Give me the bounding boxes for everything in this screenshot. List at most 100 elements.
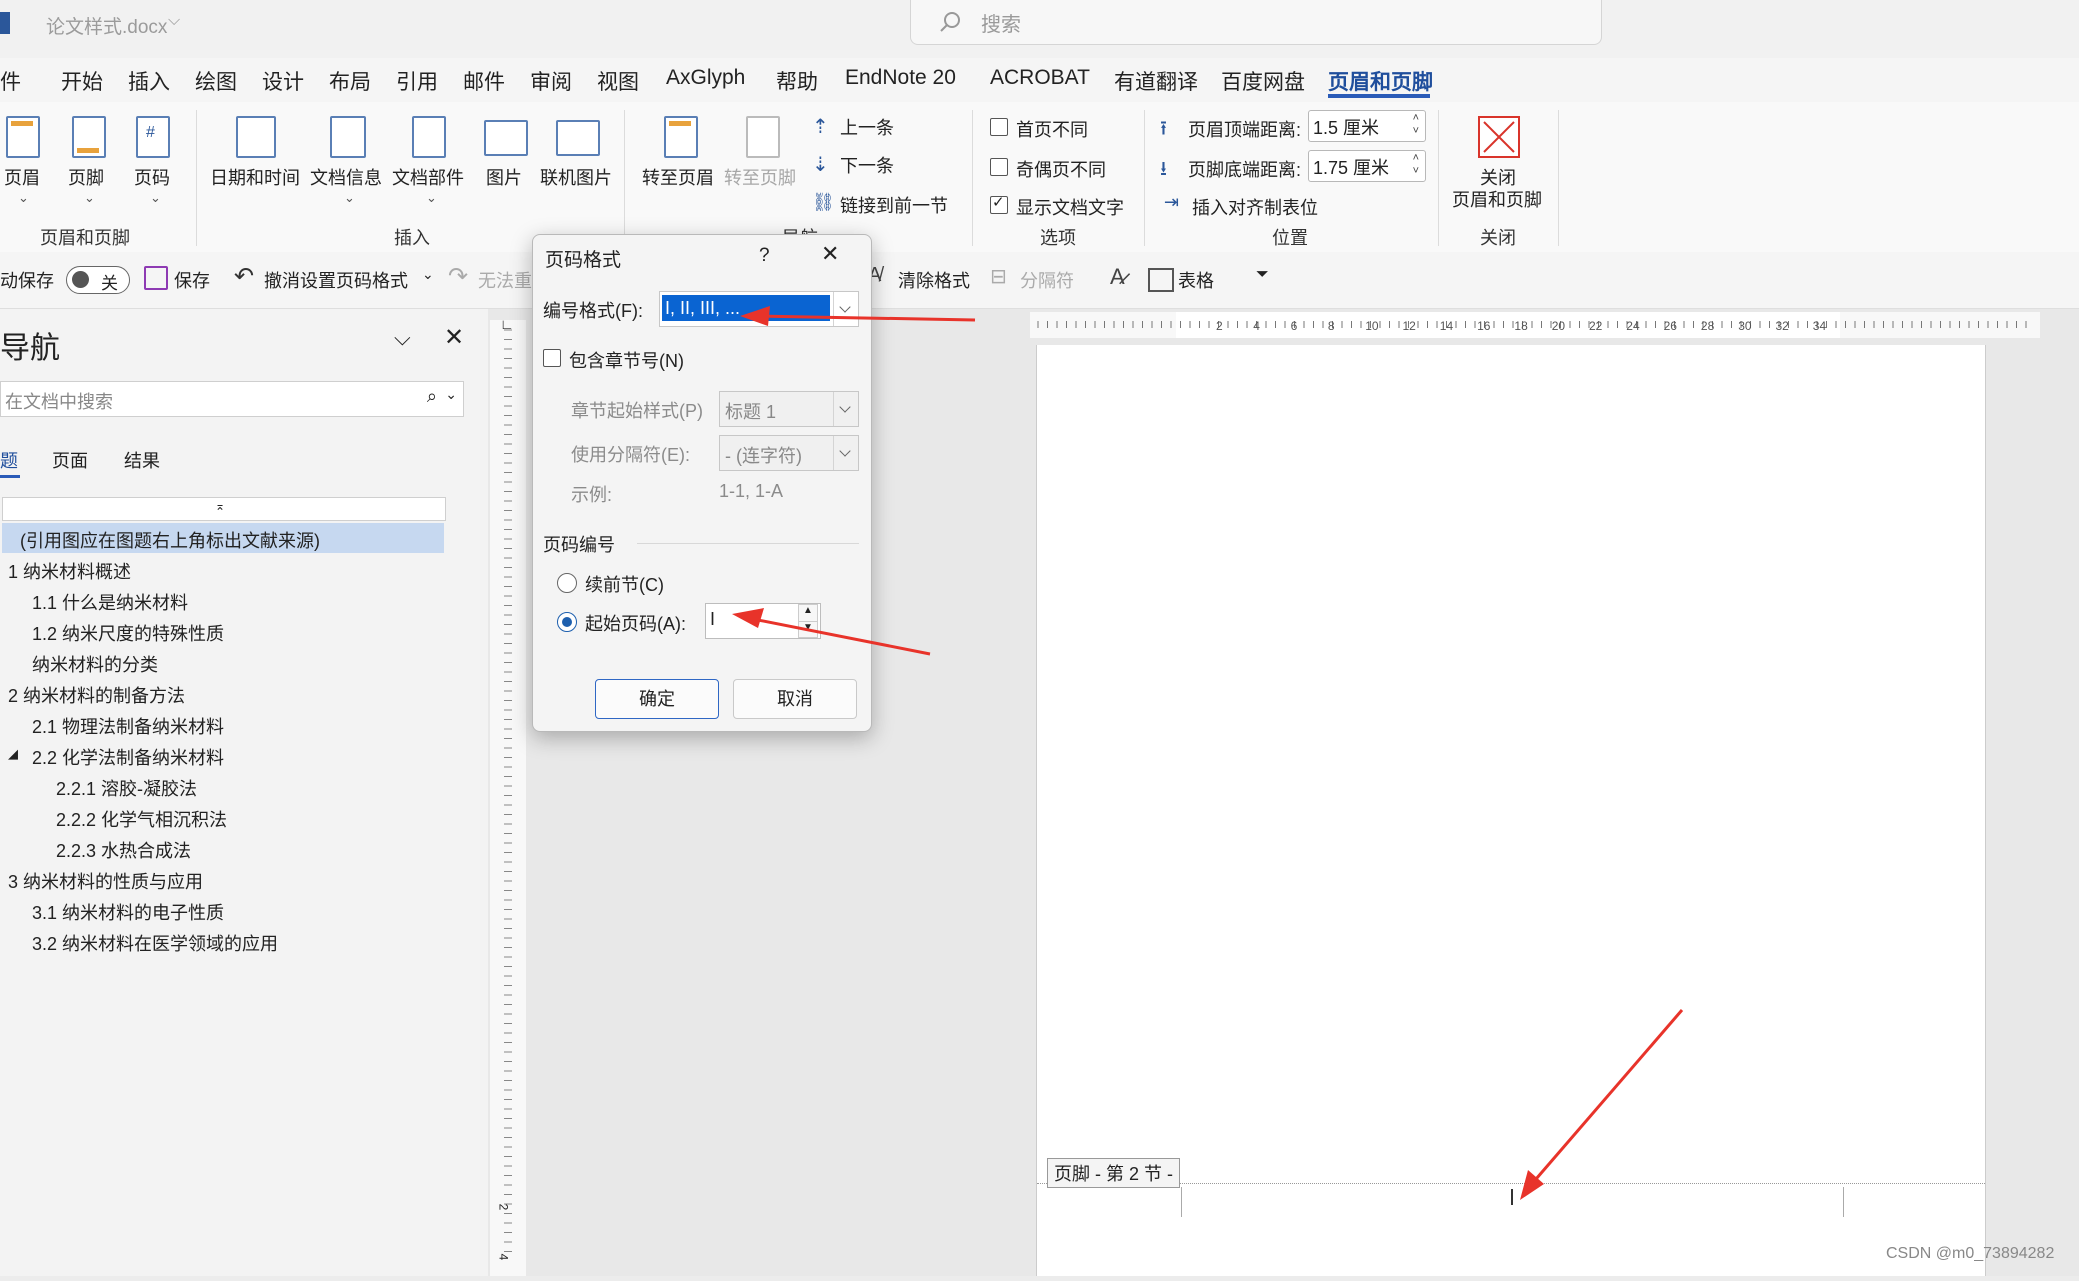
nav-tab-pages[interactable]: 页面 xyxy=(52,447,88,473)
save-button[interactable]: 保存 xyxy=(174,267,210,293)
goto-footer-button[interactable]: 转至页脚 xyxy=(724,164,796,190)
menu-help[interactable]: 帮助 xyxy=(776,66,818,96)
spin-down-icon[interactable]: ˅ xyxy=(1413,165,1419,177)
goto-header-button[interactable]: 转至页眉 xyxy=(642,164,714,190)
nav-heading-item[interactable]: 2.1 物理法制备纳米材料 xyxy=(32,713,224,739)
nav-heading-item[interactable]: 2.2.3 水热合成法 xyxy=(56,837,191,863)
document-page[interactable]: 页脚 - 第 2 节 - xyxy=(1036,345,1986,1276)
chevron-down-icon[interactable]: ⌄ xyxy=(445,386,457,403)
menu-file[interactable]: 件 xyxy=(0,66,21,96)
search-icon[interactable]: ⌕ xyxy=(427,386,437,407)
chevron-down-icon[interactable]: ⌄ xyxy=(84,190,95,206)
menu-header-footer[interactable]: 页眉和页脚 xyxy=(1328,66,1433,96)
start-at-value[interactable]: I xyxy=(710,609,715,630)
spin-up-icon[interactable]: ▲ xyxy=(798,604,818,622)
nav-search-input[interactable]: 在文档中搜索 ⌕ ⌄ xyxy=(0,381,464,417)
search-box[interactable]: 搜索 xyxy=(910,0,1602,45)
nav-heading-item[interactable]: (引用图应在图题右上角标出文献来源) xyxy=(20,527,320,553)
online-picture-button[interactable]: 联机图片 xyxy=(540,164,612,190)
footer-bottom-spinner[interactable]: 1.75 厘米 ˄ ˅ xyxy=(1308,150,1426,182)
help-button[interactable]: ? xyxy=(759,245,770,267)
start-at-input[interactable]: I ▲ ▼ xyxy=(705,603,821,639)
collapse-triangle-icon[interactable]: ◢ xyxy=(8,746,18,762)
undo-icon[interactable]: ↶ xyxy=(234,262,254,291)
header-top-value[interactable]: 1.5 厘米 xyxy=(1313,114,1379,140)
nav-heading-item[interactable]: 1.1 什么是纳米材料 xyxy=(32,589,188,615)
table-icon[interactable] xyxy=(1148,268,1174,292)
menu-draw[interactable]: 绘图 xyxy=(195,66,237,96)
chevron-down-icon[interactable]: ⌵ xyxy=(394,325,411,351)
menu-review[interactable]: 审阅 xyxy=(530,66,572,96)
clear-format-button[interactable]: 清除格式 xyxy=(898,267,970,293)
redo-icon[interactable]: ↷ xyxy=(448,262,468,291)
save-icon[interactable] xyxy=(144,266,168,290)
insert-align-tab-button[interactable]: 插入对齐制表位 xyxy=(1192,194,1318,220)
chapter-style-select[interactable]: 标题 1 xyxy=(719,391,859,427)
menu-acrobat[interactable]: ACROBAT xyxy=(990,66,1090,90)
nav-tab-results[interactable]: 结果 xyxy=(124,447,160,473)
menu-youdao[interactable]: 有道翻译 xyxy=(1114,66,1198,96)
autosave-toggle[interactable]: 关 xyxy=(66,266,130,294)
table-button[interactable]: 表格 xyxy=(1178,267,1214,293)
menu-baidu[interactable]: 百度网盘 xyxy=(1221,66,1305,96)
ok-button[interactable]: 确定 xyxy=(595,679,719,719)
previous-button[interactable]: 上一条 xyxy=(840,114,894,140)
spin-up-icon[interactable]: ˄ xyxy=(1413,152,1419,164)
menu-view[interactable]: 视图 xyxy=(597,66,639,96)
menu-endnote[interactable]: EndNote 20 xyxy=(845,66,956,90)
header-top-spinner[interactable]: 1.5 厘米 ˄ ˅ xyxy=(1308,110,1426,142)
chevron-down-icon[interactable]: ⌄ xyxy=(426,190,437,206)
menu-axglyph[interactable]: AxGlyph xyxy=(666,66,745,90)
start-at-radio[interactable] xyxy=(557,612,577,632)
link-previous-button[interactable]: 链接到前一节 xyxy=(840,192,948,218)
tab-selector-icon[interactable]: ∟ xyxy=(500,316,514,332)
spin-up-icon[interactable]: ˄ xyxy=(1413,112,1419,124)
document-filename[interactable]: 论文样式.docx xyxy=(46,12,167,39)
page-number-button[interactable]: 页码 xyxy=(134,164,170,190)
nav-heading-item[interactable]: 3 纳米材料的性质与应用 xyxy=(8,868,203,894)
cancel-button[interactable]: 取消 xyxy=(733,679,857,719)
doc-parts-button[interactable]: 文档部件 xyxy=(392,164,464,190)
separator-button[interactable]: 分隔符 xyxy=(1020,267,1074,293)
word-app-icon[interactable] xyxy=(0,12,10,34)
menu-layout[interactable]: 布局 xyxy=(329,66,371,96)
nav-heading-item[interactable]: 纳米材料的分类 xyxy=(32,651,158,677)
menu-mailings[interactable]: 邮件 xyxy=(463,66,505,96)
number-format-select[interactable]: I, II, III, ... xyxy=(659,291,859,327)
date-time-button[interactable]: 日期和时间 xyxy=(210,164,300,190)
diff-odd-even-checkbox[interactable] xyxy=(990,158,1008,176)
nav-scroll-up[interactable]: ⌅ xyxy=(2,497,446,521)
chevron-down-icon[interactable]: ⌄ xyxy=(18,190,29,206)
nav-heading-item[interactable]: 2 纳米材料的制备方法 xyxy=(8,682,185,708)
diff-first-checkbox[interactable] xyxy=(990,118,1008,136)
footer-bottom-value[interactable]: 1.75 厘米 xyxy=(1313,154,1389,180)
nav-heading-item[interactable]: 2.2.1 溶胶-凝胶法 xyxy=(56,775,197,801)
chevron-down-icon[interactable]: ⌄ xyxy=(422,266,434,283)
menu-references[interactable]: 引用 xyxy=(396,66,438,96)
chevron-down-icon[interactable]: ⌄ xyxy=(150,190,161,206)
chevron-down-icon[interactable]: ⌵ xyxy=(168,12,180,30)
close-icon[interactable]: ✕ xyxy=(821,241,839,267)
header-button[interactable]: 页眉 xyxy=(4,164,40,190)
chevron-down-icon[interactable] xyxy=(833,392,858,426)
nav-tab-headings[interactable]: 题 xyxy=(0,447,18,473)
show-doc-text-checkbox[interactable]: ✓ xyxy=(990,194,1008,214)
nav-heading-item[interactable]: 1 纳米材料概述 xyxy=(8,558,131,584)
menu-home[interactable]: 开始 xyxy=(61,66,103,96)
chevron-down-icon[interactable] xyxy=(833,436,858,470)
nav-heading-item[interactable]: 2.2 化学法制备纳米材料 xyxy=(32,744,224,770)
undo-button[interactable]: 撤消设置页码格式 xyxy=(264,267,408,293)
close-icon[interactable]: ✕ xyxy=(444,323,464,352)
chevron-down-icon[interactable] xyxy=(833,292,858,326)
continue-radio[interactable] xyxy=(557,573,577,593)
doc-info-button[interactable]: 文档信息 xyxy=(310,164,382,190)
menu-design[interactable]: 设计 xyxy=(262,66,304,96)
spelling-icon[interactable]: A̷ xyxy=(1110,264,1125,290)
footer-button[interactable]: 页脚 xyxy=(68,164,104,190)
nav-heading-item[interactable]: 3.1 纳米材料的电子性质 xyxy=(32,899,224,925)
nav-heading-item[interactable]: 1.2 纳米尺度的特殊性质 xyxy=(32,620,224,646)
spin-down-icon[interactable]: ▼ xyxy=(798,621,818,638)
chevron-down-icon[interactable]: ⌄ xyxy=(344,190,355,206)
close-line2[interactable]: 页眉和页脚 xyxy=(1452,186,1542,212)
next-button[interactable]: 下一条 xyxy=(840,152,894,178)
